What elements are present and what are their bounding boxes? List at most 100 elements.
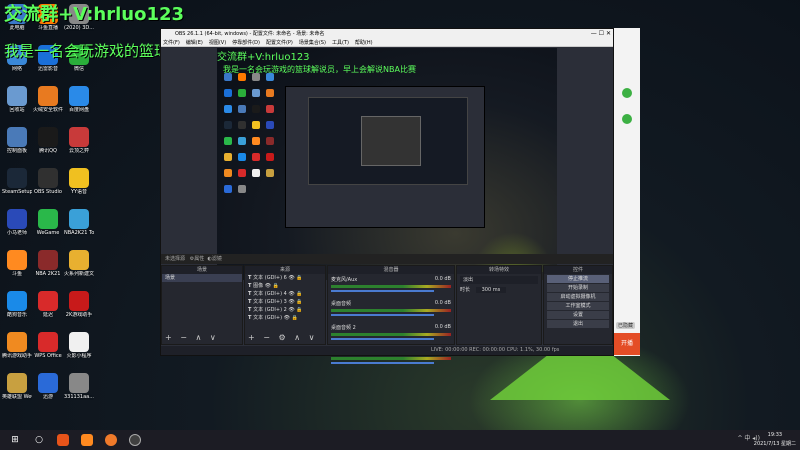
visibility-lock-icons[interactable]: 👁 🔒 xyxy=(282,315,298,321)
taskbar-app-firefox[interactable] xyxy=(102,433,120,447)
desktop-icon[interactable]: 迅游 xyxy=(33,371,63,409)
filters-button[interactable]: 滤镜 xyxy=(212,256,222,262)
desktop-icon-label: OBS Studio xyxy=(34,189,62,195)
volume-meter xyxy=(331,285,451,288)
start-live-button[interactable]: 开播 xyxy=(614,333,640,355)
desktop-icon[interactable]: OBS Studio xyxy=(33,166,63,204)
duration-input[interactable]: 300 ms xyxy=(475,287,507,293)
desktop-icon[interactable]: 云顶之弈 xyxy=(64,125,94,163)
menu-item[interactable]: 场景集合(S) xyxy=(299,40,326,46)
wechat-icon-2[interactable] xyxy=(622,114,632,124)
mixer-dock-title: 混音器 xyxy=(328,266,454,274)
app-icon xyxy=(38,209,58,229)
taskbar-clock[interactable]: 19:33 2021/7/13 星期二 xyxy=(754,431,796,449)
obs-title-bar[interactable]: OBS 26.1.1 (64-bit, windows) - 配置文件: 未命名… xyxy=(161,29,613,39)
menu-item[interactable]: 帮助(H) xyxy=(355,40,373,46)
desktop-icon[interactable]: 控制面板 xyxy=(2,125,32,163)
app-icon xyxy=(7,291,27,311)
visibility-lock-icons[interactable]: 👁 🔒 xyxy=(287,307,302,313)
source-item[interactable]: T 文本 (GDI+) 3 👁 🔒 xyxy=(245,298,325,306)
browser-icon xyxy=(57,434,69,446)
menu-item[interactable]: 停靠部件(D) xyxy=(232,40,260,46)
volume-slider[interactable] xyxy=(331,290,435,292)
mixer-channel-name: 桌面音频 xyxy=(331,301,352,307)
taskbar-app-obs[interactable] xyxy=(126,433,144,447)
control-button[interactable]: 开始录制 xyxy=(547,284,609,292)
app-icon xyxy=(69,86,89,106)
desktop-icon[interactable]: NBA2K21 Tools xyxy=(64,207,94,245)
visibility-lock-icons[interactable]: 👁 🔒 xyxy=(263,283,279,289)
menu-item[interactable]: 配置文件(P) xyxy=(266,40,293,46)
menu-item[interactable]: 文件(F) xyxy=(163,40,180,46)
preview-mini-icon xyxy=(252,153,260,161)
volume-slider[interactable] xyxy=(331,338,435,340)
source-item[interactable]: T 文本 (GDI+) 2 👁 🔒 xyxy=(245,306,325,314)
menu-item[interactable]: 编辑(E) xyxy=(186,40,203,46)
desktop-icon[interactable]: 腾讯QQ xyxy=(33,125,63,163)
volume-slider[interactable] xyxy=(331,314,435,316)
transition-select[interactable]: 淡出 xyxy=(460,276,538,284)
obs-preview[interactable]: 交流群+V:hrluo123 我是一名会玩游戏的篮球解说员，早上会解说NBA比赛 xyxy=(217,48,557,280)
duration-label: 时长 xyxy=(460,287,471,293)
taskbar-app-douyu[interactable] xyxy=(78,433,96,447)
scenes-dock-buttons[interactable]: + − ∧ ∨ xyxy=(165,333,219,342)
app-icon xyxy=(69,332,89,352)
desktop-icon[interactable]: NBA 2K21 xyxy=(33,248,63,286)
window-controls[interactable]: — ☐ ✕ xyxy=(591,29,611,39)
preview-mini-icon xyxy=(252,121,260,129)
wechat-icon[interactable] xyxy=(622,88,632,98)
desktop-icon[interactable]: 331131aa... xyxy=(64,371,94,409)
start-button[interactable]: ⊞ xyxy=(6,433,24,447)
desktop-icon[interactable]: WPS Office xyxy=(33,330,63,368)
source-item[interactable]: T 图像 👁 🔒 xyxy=(245,282,325,290)
obs-window[interactable]: OBS 26.1.1 (64-bit, windows) - 配置文件: 未命名… xyxy=(160,28,614,364)
desktop-icon[interactable]: YY语音 xyxy=(64,166,94,204)
control-button[interactable]: 启动虚拟摄像机 xyxy=(547,293,609,301)
desktop-icon[interactable]: 火影小程序 xyxy=(64,330,94,368)
preview-mini-icon xyxy=(266,121,274,129)
visibility-lock-icons[interactable]: 👁 🔒 xyxy=(287,275,302,281)
desktop-icon-label: 火影小程序 xyxy=(66,353,92,359)
volume-slider[interactable] xyxy=(331,362,435,364)
source-item[interactable]: T 文本 (GDI+) 👁 🔒 xyxy=(245,314,325,322)
desktop-icon[interactable]: 火系列新建文件夹 xyxy=(64,248,94,286)
desktop-icon[interactable]: 英雄联盟 WeGame版 xyxy=(2,371,32,409)
desktop-icon-label: 百度网盘 xyxy=(68,107,89,113)
control-button[interactable]: 工作室模式 xyxy=(547,302,609,310)
sources-dock-buttons[interactable]: + − ⚙ ∧ ∨ xyxy=(248,333,317,342)
desktop-icon[interactable]: 2K游戏助手 xyxy=(64,289,94,327)
desktop-icon-label: 迅游 xyxy=(42,394,53,400)
taskbar-app-browser[interactable] xyxy=(54,433,72,447)
desktop-icon[interactable]: 火绒安全软件 xyxy=(33,84,63,122)
scene-item[interactable]: 场景 xyxy=(162,274,242,282)
menu-item[interactable]: 工具(T) xyxy=(332,40,349,46)
source-label: 文本 (GDI+) 3 xyxy=(253,299,287,305)
control-button[interactable]: 停止推流 xyxy=(547,275,609,283)
desktop-icon-label: 云顶之弈 xyxy=(68,148,89,154)
source-item[interactable]: T 文本 (GDI+) 4 👁 🔒 xyxy=(245,290,325,298)
desktop-icon[interactable]: 斗鱼 xyxy=(2,248,32,286)
desktop-icon-label: 腾讯游戏助手 xyxy=(2,353,32,359)
source-item[interactable]: T 文本 (GDI+) 6 👁 🔒 xyxy=(245,274,325,282)
desktop-icon[interactable]: 回收站 xyxy=(2,84,32,122)
desktop-icon[interactable]: 腾讯游戏助手 xyxy=(2,330,32,368)
desktop-icon-label: 回收站 xyxy=(9,107,25,113)
desktop-icon[interactable]: 小马老师 xyxy=(2,207,32,245)
visibility-lock-icons[interactable]: 👁 🔒 xyxy=(287,299,302,305)
scenes-dock: 场景 场景 + − ∧ ∨ xyxy=(161,265,243,345)
chat-window[interactable] xyxy=(614,28,640,356)
desktop-icon[interactable]: WeGame xyxy=(33,207,63,245)
control-button[interactable]: 退出 xyxy=(547,320,609,328)
desktop-icon[interactable]: SteamSetup xyxy=(2,166,32,204)
control-button[interactable]: 设置 xyxy=(547,311,609,319)
desktop-icon[interactable]: 延迟 xyxy=(33,289,63,327)
visibility-lock-icons[interactable]: 👁 🔒 xyxy=(287,291,302,297)
properties-button[interactable]: 属性 xyxy=(194,256,204,262)
source-label: 文本 (GDI+) 2 xyxy=(253,307,287,313)
search-icon[interactable]: ○ xyxy=(30,433,48,447)
preview-mini-icon xyxy=(238,153,246,161)
desktop-icon[interactable]: 酷狗音乐 xyxy=(2,289,32,327)
obs-docks: 场景 场景 + − ∧ ∨ 来源 T 文本 (GDI+) 6 👁 🔒 T 图像 👁… xyxy=(161,265,613,364)
desktop-icon[interactable]: 百度网盘 xyxy=(64,84,94,122)
menu-item[interactable]: 视图(V) xyxy=(209,40,226,46)
